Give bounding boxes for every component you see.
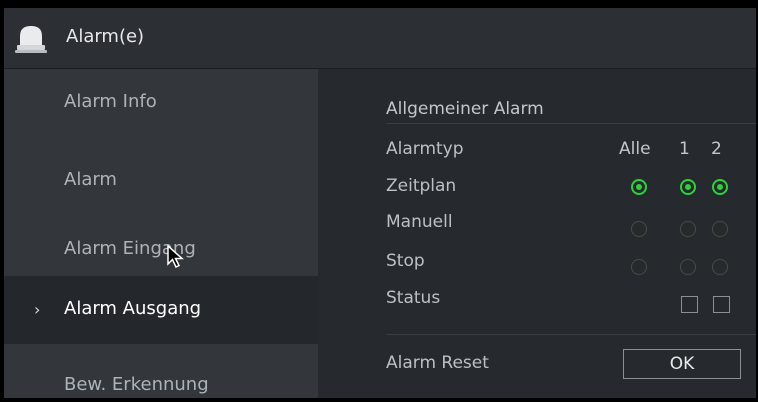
alarm-bell-icon bbox=[15, 26, 47, 53]
alarm-window: Alarm(e) Alarm Info Alarm Alarm Eingang … bbox=[4, 8, 756, 398]
zeitplan-2-radio[interactable] bbox=[712, 179, 728, 195]
sidebar-item-label: Bew. Erkennung bbox=[64, 374, 209, 395]
alarmtyp-label: Alarmtyp bbox=[386, 139, 464, 159]
stop-1-radio[interactable] bbox=[680, 259, 696, 275]
column-header-alle: Alle bbox=[619, 139, 651, 159]
section-divider bbox=[386, 334, 756, 335]
sidebar-item-alarm-eingang[interactable]: Alarm Eingang bbox=[4, 205, 318, 273]
sidebar-item-label: Alarm bbox=[64, 169, 117, 190]
status-1-checkbox[interactable] bbox=[681, 296, 698, 313]
row-label-status: Status bbox=[386, 288, 441, 308]
row-label-manuell: Manuell bbox=[386, 212, 453, 232]
section-divider bbox=[386, 123, 756, 124]
chevron-right-icon: › bbox=[34, 300, 41, 319]
sidebar: Alarm Info Alarm Alarm Eingang › Alarm A… bbox=[4, 69, 318, 398]
zeitplan-1-radio[interactable] bbox=[680, 179, 696, 195]
sidebar-item-alarm-info[interactable]: Alarm Info bbox=[4, 69, 318, 137]
manuell-alle-radio[interactable] bbox=[631, 221, 647, 237]
main-panel: Allgemeiner Alarm Alarmtyp Alle 1 2 Zeit… bbox=[318, 69, 756, 398]
alarm-reset-label: Alarm Reset bbox=[386, 353, 489, 373]
ok-button[interactable]: OK bbox=[623, 349, 741, 379]
column-header-1: 1 bbox=[679, 139, 690, 159]
manuell-1-radio[interactable] bbox=[680, 221, 696, 237]
row-label-stop: Stop bbox=[386, 251, 425, 271]
stop-alle-radio[interactable] bbox=[631, 259, 647, 275]
sidebar-item-alarm[interactable]: Alarm bbox=[4, 137, 318, 205]
zeitplan-alle-radio[interactable] bbox=[631, 179, 647, 195]
row-label-zeitplan: Zeitplan bbox=[386, 176, 457, 196]
manuell-2-radio[interactable] bbox=[712, 221, 728, 237]
sidebar-item-label: Alarm Info bbox=[64, 91, 157, 112]
title-bar: Alarm(e) bbox=[4, 8, 756, 69]
status-2-checkbox[interactable] bbox=[713, 296, 730, 313]
section-title: Allgemeiner Alarm bbox=[386, 99, 544, 119]
window-title: Alarm(e) bbox=[66, 26, 145, 47]
column-header-2: 2 bbox=[711, 139, 722, 159]
sidebar-item-bew-erkennung[interactable]: Bew. Erkennung bbox=[4, 344, 318, 398]
sidebar-item-label: Alarm Ausgang bbox=[64, 298, 202, 319]
sidebar-item-alarm-ausgang[interactable]: › Alarm Ausgang bbox=[4, 276, 318, 344]
stop-2-radio[interactable] bbox=[712, 259, 728, 275]
mouse-cursor-icon bbox=[167, 245, 184, 269]
